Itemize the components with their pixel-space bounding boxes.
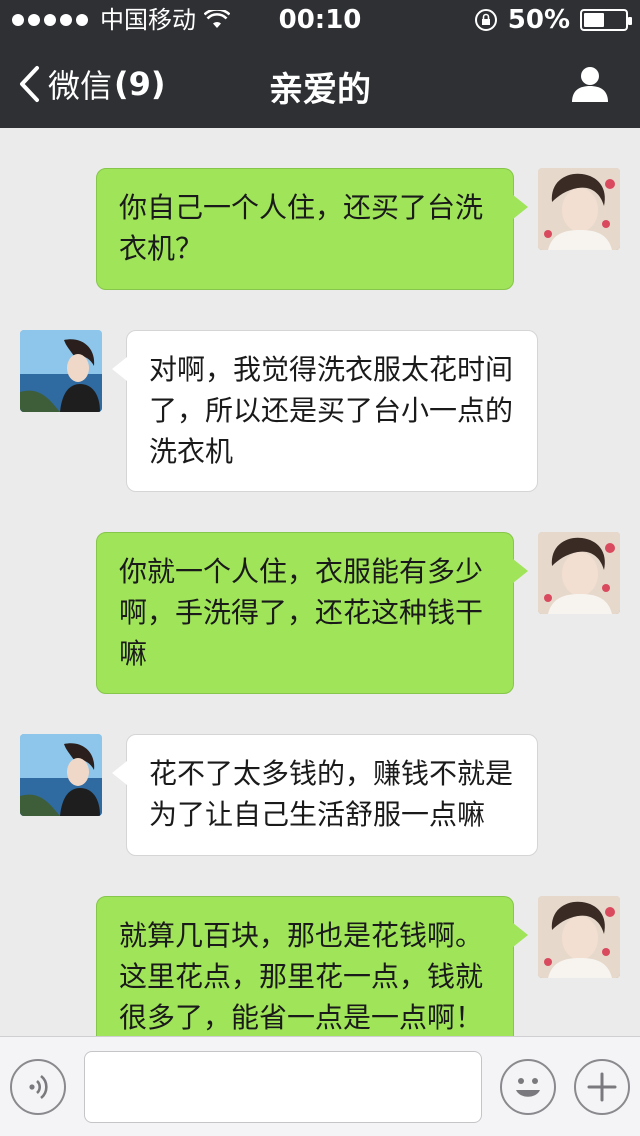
emoji-icon bbox=[516, 1078, 540, 1097]
message-text: 对啊，我觉得洗衣服太花时间了，所以还是买了台小一点的洗衣机 bbox=[149, 353, 514, 468]
avatar-image bbox=[20, 330, 102, 412]
battery-icon bbox=[580, 9, 632, 31]
message-text: 你自己一个人住，还买了台洗衣机？ bbox=[119, 191, 484, 265]
message-text: 就算几百块，那也是花钱啊。这里花点，那里花一点，钱就很多了，能省一点是一点啊！ bbox=[119, 919, 484, 1034]
battery-fill bbox=[584, 13, 604, 27]
plus-icon bbox=[587, 1072, 617, 1102]
voice-icon bbox=[29, 1074, 48, 1100]
status-right: 50% bbox=[474, 0, 632, 40]
avatar-image bbox=[538, 532, 620, 614]
status-bar: 中国移动 00:10 50% bbox=[0, 0, 640, 40]
voice-button[interactable] bbox=[10, 1059, 66, 1115]
avatar[interactable] bbox=[20, 734, 102, 816]
message-input[interactable] bbox=[84, 1051, 482, 1123]
nav-bar: 微信 (9) 亲爱的 bbox=[0, 40, 640, 128]
input-bar bbox=[0, 1036, 640, 1136]
message-bubble[interactable]: 你就一个人住，衣服能有多少啊，手洗得了，还花这种钱干嘛 bbox=[96, 532, 528, 694]
message-bubble[interactable]: 对啊，我觉得洗衣服太花时间了，所以还是买了台小一点的洗衣机 bbox=[112, 330, 538, 492]
avatar[interactable] bbox=[538, 896, 620, 978]
more-button[interactable] bbox=[574, 1059, 630, 1115]
message-bubble[interactable]: 你自己一个人住，还买了台洗衣机？ bbox=[96, 168, 528, 290]
battery-percent: 50% bbox=[507, 5, 570, 35]
avatar[interactable] bbox=[538, 168, 620, 250]
rotation-lock-icon bbox=[474, 9, 497, 31]
message-text: 你就一个人住，衣服能有多少啊，手洗得了，还花这种钱干嘛 bbox=[119, 555, 484, 670]
avatar-image bbox=[538, 168, 620, 250]
emoji-button[interactable] bbox=[500, 1059, 556, 1115]
person-icon[interactable] bbox=[570, 64, 610, 104]
top-bar: 中国移动 00:10 50% 微信 (9) 亲爱的 bbox=[0, 0, 640, 128]
avatar[interactable] bbox=[20, 330, 102, 412]
message-text: 花不了太多钱的，赚钱不就是为了让自己生活舒服一点嘛 bbox=[149, 757, 514, 831]
page-title: 亲爱的 bbox=[269, 70, 371, 110]
avatar[interactable] bbox=[538, 532, 620, 614]
message-bubble[interactable]: 花不了太多钱的，赚钱不就是为了让自己生活舒服一点嘛 bbox=[112, 734, 538, 856]
avatar-image bbox=[20, 734, 102, 816]
avatar-image bbox=[538, 896, 620, 978]
